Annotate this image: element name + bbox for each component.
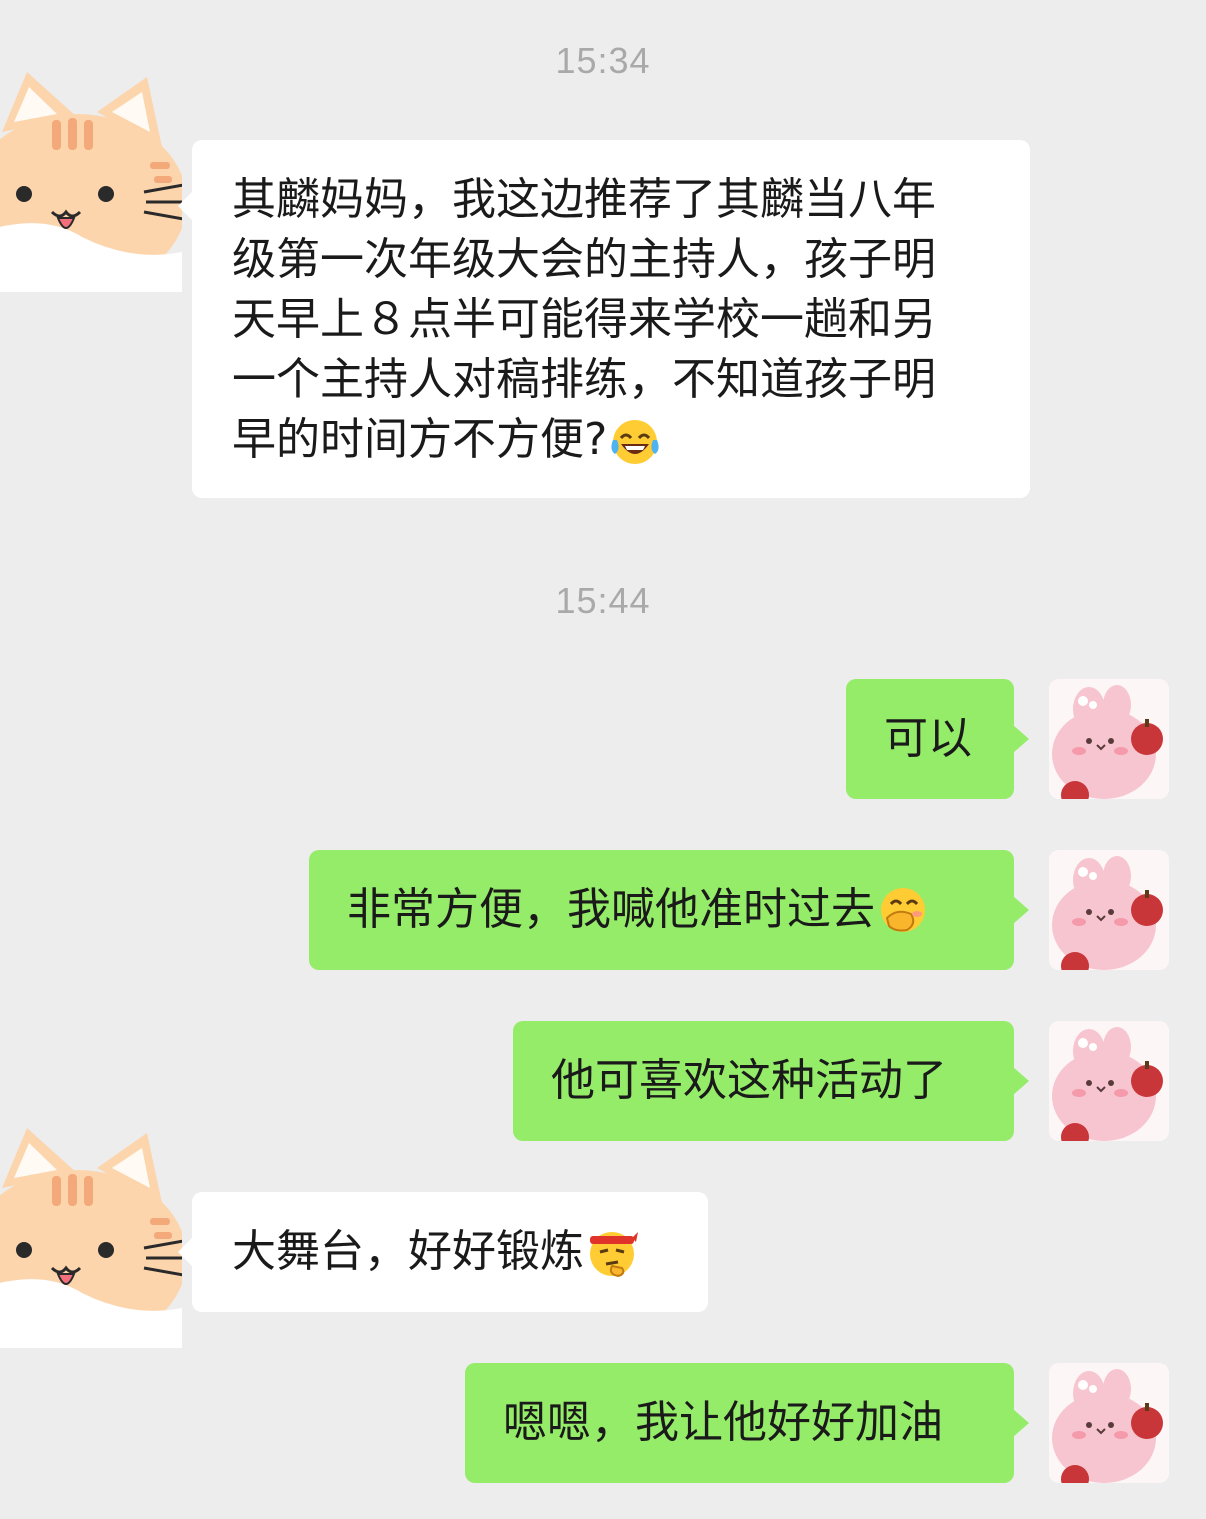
message-text: 他可喜欢这种活动了 xyxy=(551,1055,947,1106)
bubble-tail xyxy=(1013,896,1029,924)
hand-over-mouth-emoji xyxy=(881,888,925,932)
message-line: 级第一次年级大会的主持人，孩子明 xyxy=(232,234,936,285)
bubble-tail xyxy=(178,1238,192,1266)
message-text: 可以 xyxy=(884,713,972,764)
message-line: 早的时间方不方便? xyxy=(232,410,990,470)
message-text: 嗯嗯，我让他好好加油 xyxy=(503,1397,943,1448)
cat-avatar[interactable] xyxy=(0,62,182,292)
message-bubble-incoming[interactable]: 大舞台，好好锻炼 xyxy=(192,1192,708,1312)
timestamp: 15:44 xyxy=(555,580,651,621)
bunny-avatar[interactable] xyxy=(1049,850,1169,970)
chat-view: 15:34 其麟妈妈，我这边推荐了其麟当八年 级第一次年级大会的主持人，孩子明 … xyxy=(0,0,1206,1519)
message-bubble-outgoing[interactable]: 可以 xyxy=(846,679,1014,799)
cat-avatar[interactable] xyxy=(0,1118,182,1348)
bubble-tail xyxy=(1013,1067,1029,1095)
bunny-avatar[interactable] xyxy=(1049,1363,1169,1483)
message-text: 非常方便，我喊他准时过去 xyxy=(347,884,875,935)
bubble-tail xyxy=(1013,1409,1029,1437)
bubble-tail xyxy=(178,192,192,220)
thinking-headband-emoji xyxy=(590,1232,638,1278)
bubble-tail xyxy=(1013,725,1029,753)
message-bubble-outgoing[interactable]: 非常方便，我喊他准时过去 xyxy=(309,850,1014,970)
bunny-avatar[interactable] xyxy=(1049,1021,1169,1141)
tears-of-joy-emoji xyxy=(611,420,659,464)
message-line: 天早上８点半可能得来学校一趟和另 xyxy=(232,294,936,345)
message-bubble-outgoing[interactable]: 嗯嗯，我让他好好加油 xyxy=(465,1363,1014,1483)
message-bubble-outgoing[interactable]: 他可喜欢这种活动了 xyxy=(513,1021,1014,1141)
message-bubble-incoming[interactable]: 其麟妈妈，我这边推荐了其麟当八年 级第一次年级大会的主持人，孩子明 天早上８点半… xyxy=(192,140,1030,498)
bunny-avatar[interactable] xyxy=(1049,679,1169,799)
message-text: 早的时间方不方便? xyxy=(232,414,608,465)
message-text: 大舞台，好好锻炼 xyxy=(232,1226,584,1277)
message-line: 其麟妈妈，我这边推荐了其麟当八年 xyxy=(232,174,936,225)
message-line: 一个主持人对稿排练，不知道孩子明 xyxy=(232,354,936,405)
